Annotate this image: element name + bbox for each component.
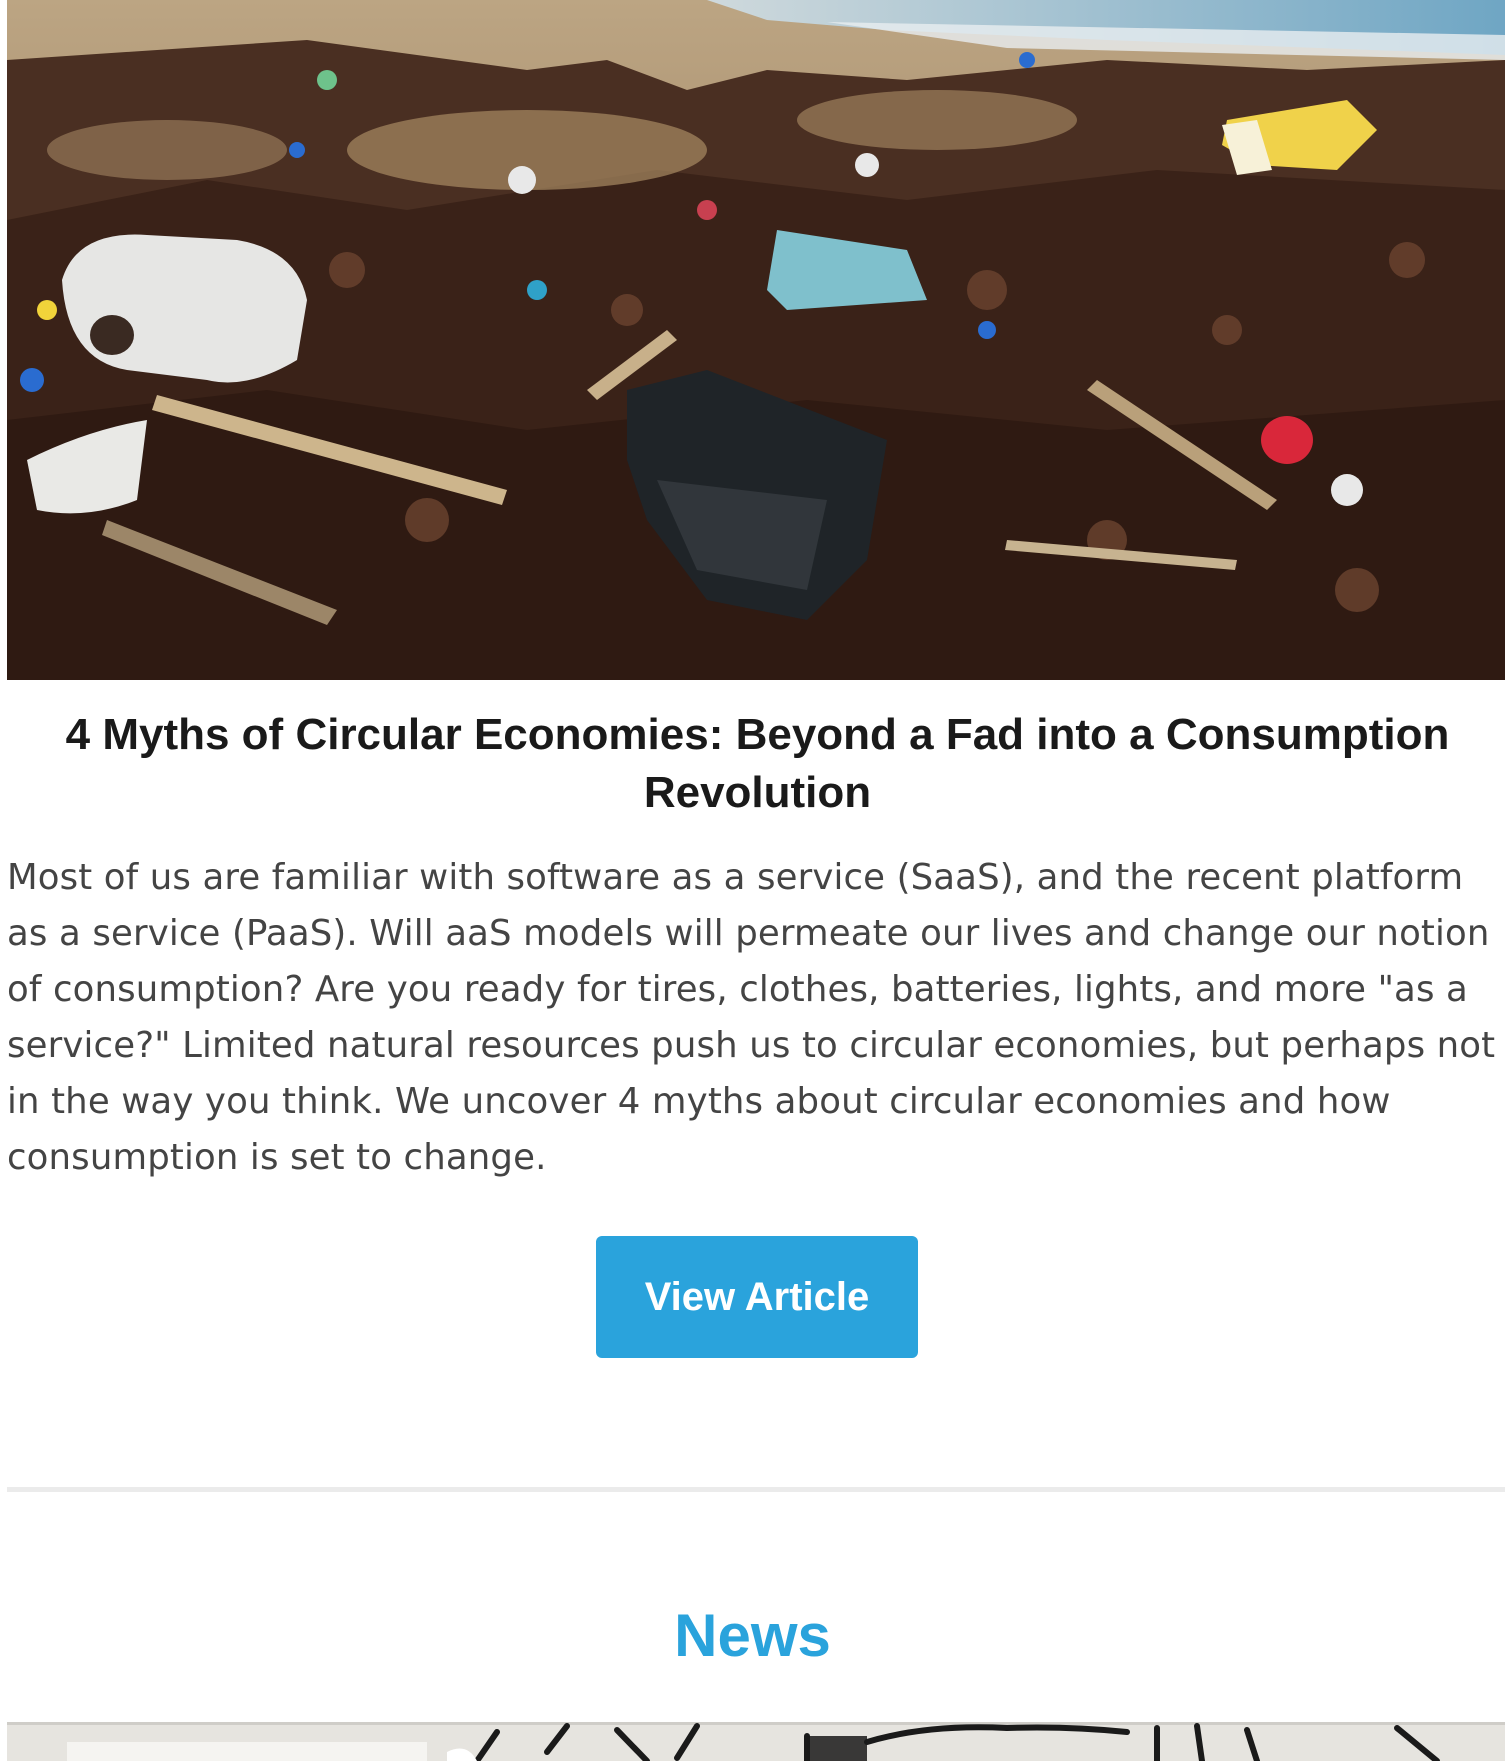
news-illustration (7, 1722, 1505, 1761)
section-divider (7, 1487, 1505, 1492)
news-section-heading: News (674, 1602, 831, 1669)
article-hero-image (7, 0, 1505, 680)
article-summary: Most of us are familiar with software as… (7, 857, 1496, 1178)
view-article-button[interactable]: View Article (596, 1236, 918, 1358)
news-item-image[interactable] (7, 1722, 1505, 1761)
article-title: 4 Myths of Circular Economies: Beyond a … (65, 710, 1450, 817)
beach-debris-photo (7, 0, 1505, 680)
